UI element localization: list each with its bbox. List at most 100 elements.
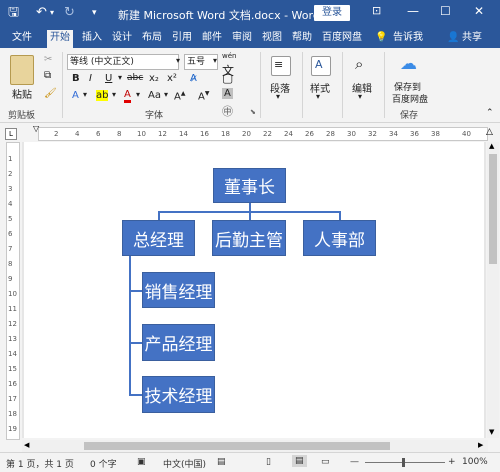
zoom-slider-thumb[interactable] bbox=[402, 458, 405, 467]
scroll-left-icon[interactable]: ◀ bbox=[24, 441, 29, 449]
text-effects-chevron-icon[interactable]: ▾ bbox=[83, 90, 87, 99]
scroll-right-icon[interactable]: ▶ bbox=[478, 441, 483, 449]
tab-help[interactable]: 帮助 bbox=[292, 31, 312, 48]
paragraph-chevron-icon[interactable]: ▾ bbox=[276, 92, 280, 101]
change-case-chevron-icon[interactable]: ▾ bbox=[164, 90, 168, 99]
tab-design[interactable]: 设计 bbox=[112, 31, 132, 48]
ruler-tick: 40 bbox=[462, 130, 471, 138]
zoom-out-button[interactable]: — bbox=[350, 457, 359, 467]
editing-chevron-icon[interactable]: ▾ bbox=[358, 92, 362, 101]
divider bbox=[342, 52, 343, 118]
paste-label[interactable]: 粘贴 bbox=[12, 86, 32, 101]
font-name-chevron-icon[interactable]: ▾ bbox=[176, 56, 180, 65]
ribbon-tabs: 文件 开始 插入 设计 布局 引用 邮件 审阅 视图 帮助 百度网盘 💡 告诉我… bbox=[0, 28, 500, 48]
font-color-button[interactable]: A bbox=[124, 89, 131, 103]
bold-button[interactable]: B bbox=[72, 73, 80, 84]
customize-icon[interactable]: ▾ bbox=[92, 5, 97, 21]
tab-selector-icon[interactable]: L bbox=[5, 128, 17, 140]
redo-icon[interactable]: ↻ bbox=[64, 5, 75, 21]
tab-tellme[interactable]: 告诉我 bbox=[393, 31, 423, 48]
undo-icon[interactable]: ↶ bbox=[36, 5, 47, 21]
superscript-button[interactable]: x² bbox=[167, 73, 177, 84]
org-box-hr-department[interactable]: 人事部 bbox=[303, 220, 376, 256]
italic-button[interactable]: I bbox=[89, 73, 92, 84]
org-box-logistics-supervisor[interactable]: 后勤主管 bbox=[212, 220, 286, 256]
text-effects-icon[interactable]: A bbox=[72, 90, 79, 101]
ribbon-display-icon[interactable]: ⊡ bbox=[372, 4, 381, 17]
horizontal-scrollbar-thumb[interactable] bbox=[84, 442, 390, 450]
zoom-in-button[interactable]: + bbox=[448, 457, 456, 467]
tab-file[interactable]: 文件 bbox=[12, 31, 32, 48]
editing-search-icon[interactable]: ⌕ bbox=[355, 55, 363, 73]
page-count[interactable]: 第 1 页，共 1 页 bbox=[6, 457, 74, 470]
cut-icon[interactable]: ✂ bbox=[44, 54, 52, 65]
indent-marker-icon[interactable]: ▽ bbox=[33, 124, 39, 133]
highlight-icon[interactable]: ab bbox=[96, 90, 109, 101]
tab-insert[interactable]: 插入 bbox=[82, 31, 102, 48]
grow-font-icon[interactable]: A▲ bbox=[174, 90, 185, 102]
tab-view[interactable]: 视图 bbox=[262, 31, 282, 48]
char-shading-icon[interactable]: A bbox=[222, 88, 233, 99]
strikethrough-button[interactable]: abc bbox=[127, 73, 143, 83]
org-box-general-manager[interactable]: 总经理 bbox=[122, 220, 195, 256]
macro-icon[interactable]: ▤ bbox=[217, 457, 226, 467]
baidu-cloud-icon[interactable]: ☁ bbox=[400, 54, 417, 74]
scrollbar-thumb[interactable] bbox=[489, 154, 497, 264]
change-case-button[interactable]: Aa bbox=[148, 90, 161, 101]
zoom-level[interactable]: 100% bbox=[462, 457, 488, 467]
proofing-icon[interactable]: ▣ bbox=[137, 457, 146, 467]
ruler-tick: 7 bbox=[8, 245, 13, 253]
read-mode-icon[interactable]: ▯ bbox=[266, 457, 271, 467]
shrink-font-icon[interactable]: A▼ bbox=[198, 90, 209, 102]
web-layout-icon[interactable]: ▭ bbox=[321, 457, 330, 467]
undo-dropdown-icon[interactable]: ▾ bbox=[50, 5, 54, 21]
underline-chevron-icon[interactable]: ▾ bbox=[118, 73, 122, 82]
enclose-char-icon[interactable]: ㊥ bbox=[222, 103, 233, 119]
copy-icon[interactable]: ⧉ bbox=[44, 70, 51, 81]
maximize-icon[interactable]: ☐ bbox=[440, 4, 451, 18]
save-icon[interactable]: 🖫 bbox=[8, 5, 19, 21]
ruler-tick: 4 bbox=[75, 130, 80, 138]
org-box-product-manager[interactable]: 产品经理 bbox=[142, 324, 215, 361]
styles-chevron-icon[interactable]: ▾ bbox=[316, 92, 320, 101]
word-count[interactable]: 0 个字 bbox=[90, 457, 117, 470]
clear-format-icon[interactable]: A̷ bbox=[190, 73, 197, 84]
paste-icon[interactable] bbox=[10, 55, 34, 85]
connector-line bbox=[158, 211, 160, 220]
close-icon[interactable]: ✕ bbox=[474, 4, 484, 18]
font-size-chevron-icon[interactable]: ▾ bbox=[213, 56, 217, 65]
ruler-tick: 22 bbox=[263, 130, 272, 138]
tab-mailings[interactable]: 邮件 bbox=[202, 31, 222, 48]
font-color-chevron-icon[interactable]: ▾ bbox=[136, 90, 140, 99]
print-layout-icon[interactable]: ▤ bbox=[292, 455, 307, 467]
share-icon[interactable]: 👤 bbox=[447, 31, 459, 48]
scroll-down-icon[interactable]: ▼ bbox=[489, 428, 494, 436]
format-painter-icon[interactable]: 🖌 bbox=[44, 88, 57, 99]
org-box-tech-manager[interactable]: 技术经理 bbox=[142, 376, 215, 413]
connector-line bbox=[129, 342, 142, 344]
ruler-tick: 10 bbox=[8, 290, 17, 298]
zoom-slider[interactable] bbox=[365, 462, 445, 463]
highlight-chevron-icon[interactable]: ▾ bbox=[112, 90, 116, 99]
tab-review[interactable]: 审阅 bbox=[232, 31, 252, 48]
underline-button[interactable]: U bbox=[105, 73, 112, 84]
org-box-sales-manager[interactable]: 销售经理 bbox=[142, 272, 215, 308]
collapse-ribbon-icon[interactable]: ⌃ bbox=[486, 108, 494, 118]
phonetic-guide-wen[interactable]: wén bbox=[222, 52, 236, 60]
language-status[interactable]: 中文(中国) bbox=[163, 457, 206, 470]
subscript-button[interactable]: x₂ bbox=[149, 73, 159, 84]
tab-layout[interactable]: 布局 bbox=[142, 31, 162, 48]
org-box-chairman[interactable]: 董事长 bbox=[213, 168, 286, 203]
minimize-icon[interactable]: — bbox=[407, 4, 419, 18]
tab-share[interactable]: 共享 bbox=[462, 31, 482, 48]
font-name-select[interactable]: 等线 (中文正文) bbox=[67, 54, 179, 70]
right-indent-marker-icon[interactable]: △ bbox=[486, 127, 493, 137]
save-to-baidu-label-2[interactable]: 百度网盘 bbox=[392, 92, 428, 105]
tab-home[interactable]: 开始 bbox=[47, 30, 73, 48]
scroll-up-icon[interactable]: ▲ bbox=[489, 142, 494, 150]
login-button[interactable]: 登录 bbox=[314, 5, 350, 21]
tab-baidu[interactable]: 百度网盘 bbox=[322, 31, 362, 48]
char-border-icon[interactable]: ▢ bbox=[222, 71, 233, 85]
font-dialog-launcher-icon[interactable]: ⬊ bbox=[250, 108, 256, 116]
tab-references[interactable]: 引用 bbox=[172, 31, 192, 48]
